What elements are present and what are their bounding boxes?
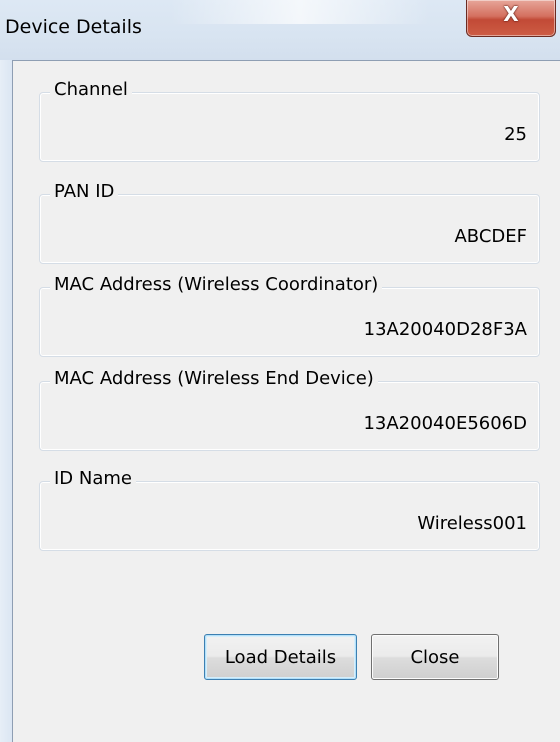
load-details-button[interactable]: Load Details	[204, 634, 357, 680]
dialog-client-area: Channel 25 PAN ID ABCDEF MAC Address (Wi…	[12, 60, 560, 742]
id-name-value: Wireless001	[417, 513, 527, 534]
mac-coordinator-label: MAC Address (Wireless Coordinator)	[50, 274, 383, 295]
pan-id-value: ABCDEF	[454, 226, 527, 247]
mac-end-device-group: MAC Address (Wireless End Device) 13A200…	[39, 368, 540, 451]
window-close-button[interactable]: X	[466, 0, 556, 37]
pan-id-group: PAN ID ABCDEF	[39, 181, 540, 264]
id-name-group: ID Name Wireless001	[39, 468, 540, 551]
title-bar[interactable]: Device Details X	[0, 0, 560, 60]
channel-group: Channel 25	[39, 79, 540, 162]
pan-id-label: PAN ID	[50, 181, 119, 202]
channel-value: 25	[504, 124, 527, 145]
mac-end-device-value: 13A20040E5606D	[363, 413, 527, 434]
window-title: Device Details	[5, 16, 142, 38]
close-button-label: Close	[410, 646, 460, 668]
window-frame-left	[0, 60, 12, 742]
mac-coordinator-value: 13A20040D28F3A	[363, 319, 527, 340]
mac-coordinator-group: MAC Address (Wireless Coordinator) 13A20…	[39, 274, 540, 357]
load-details-button-label: Load Details	[224, 646, 337, 668]
device-details-window: Device Details X Channel 25 PAN ID ABCDE…	[0, 0, 560, 742]
id-name-label: ID Name	[50, 468, 136, 489]
close-button[interactable]: Close	[371, 634, 499, 680]
channel-label: Channel	[50, 79, 132, 100]
title-bar-glare	[170, 0, 430, 24]
close-icon: X	[503, 2, 519, 26]
mac-end-device-label: MAC Address (Wireless End Device)	[50, 368, 378, 389]
